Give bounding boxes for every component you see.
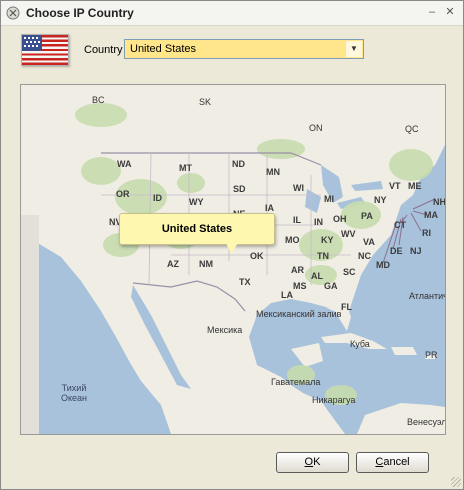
country-select-value: United States [130, 43, 197, 55]
map-label-qc: QC [405, 124, 419, 134]
map-state-mo[interactable]: MO [285, 235, 300, 245]
map-state-nj[interactable]: NJ [410, 246, 422, 256]
map-label-bc: BC [92, 95, 105, 105]
map-state-tx[interactable]: TX [239, 277, 251, 287]
map-state-id[interactable]: ID [153, 193, 162, 203]
map-state-wi[interactable]: WI [293, 183, 304, 193]
map-label-sk: SK [199, 97, 212, 107]
ok-button[interactable]: OK [276, 452, 349, 473]
close-icon[interactable]: ✕ [444, 6, 456, 18]
app-icon [6, 6, 20, 20]
ocean-label-line2: Океан [61, 393, 88, 403]
resize-grip[interactable] [451, 477, 461, 487]
map-state-ia[interactable]: IA [265, 203, 274, 213]
map-state-fl[interactable]: FL [341, 302, 352, 312]
map-label-cuba: Куба [350, 339, 370, 349]
choose-country-dialog: Choose IP Country – ✕ Country United Sta… [0, 0, 464, 490]
map-state-ny[interactable]: NY [374, 195, 387, 205]
map-state-nh[interactable]: NH [433, 197, 445, 207]
map-label-on: ON [309, 123, 323, 133]
map-state-me[interactable]: ME [408, 181, 422, 191]
map-label-venezuela: Венесуэла [407, 417, 445, 427]
map-state-tn[interactable]: TN [317, 251, 329, 261]
map-state-wa[interactable]: WA [117, 159, 132, 169]
map-state-vt[interactable]: VT [389, 181, 401, 191]
chevron-down-icon[interactable]: ▼ [346, 41, 362, 57]
map-state-mt[interactable]: MT [179, 163, 192, 173]
map-state-sc[interactable]: SC [343, 267, 356, 277]
map-state-az[interactable]: AZ [167, 259, 179, 269]
map-state-il[interactable]: IL [293, 215, 301, 225]
map-state-mn[interactable]: MN [266, 167, 280, 177]
map-callout-tail [226, 243, 238, 254]
map-state-la[interactable]: LA [281, 290, 293, 300]
us-flag-icon [21, 34, 69, 66]
map-state-ma[interactable]: MA [424, 210, 438, 220]
minimize-icon[interactable]: – [426, 6, 438, 18]
country-label: Country [84, 44, 123, 56]
map-state-or[interactable]: OR [116, 189, 130, 199]
map-state-ky[interactable]: KY [321, 235, 334, 245]
map-state-ms[interactable]: MS [293, 281, 307, 291]
map-state-mi[interactable]: MI [324, 194, 334, 204]
map-state-ar[interactable]: AR [291, 265, 304, 275]
map-state-nc[interactable]: NC [358, 251, 371, 261]
map-state-wv[interactable]: WV [341, 229, 356, 239]
cancel-button-label: ancel [383, 456, 410, 468]
ocean-label-line1: Тихий [61, 383, 87, 393]
map-label-guatemala: Гаватемала [271, 377, 321, 387]
map-label-mexico: Мексика [207, 325, 243, 335]
map-state-ga[interactable]: GA [324, 281, 338, 291]
title-bar[interactable]: Choose IP Country – ✕ [1, 1, 463, 26]
map-state-pa[interactable]: PA [361, 211, 373, 221]
map-state-in[interactable]: IN [314, 217, 323, 227]
map-label-pacific-ocean: Тихий Океан [61, 383, 87, 403]
country-map[interactable]: BC SK ON QC Мексика Мексиканский залив К… [20, 84, 446, 435]
map-state-nd[interactable]: ND [232, 159, 245, 169]
map-label-nicaragua: Никарагуа [312, 395, 356, 405]
map-state-ri[interactable]: RI [422, 228, 431, 238]
map-state-nm[interactable]: NM [199, 259, 213, 269]
map-state-wy[interactable]: WY [189, 197, 204, 207]
map-state-al[interactable]: AL [311, 271, 323, 281]
map-state-ok[interactable]: OK [250, 251, 264, 261]
map-state-md[interactable]: MD [376, 260, 390, 270]
map-state-va[interactable]: VA [363, 237, 375, 247]
map-state-de[interactable]: DE [390, 246, 403, 256]
map-state-oh[interactable]: OH [333, 214, 347, 224]
window-title: Choose IP Country [26, 6, 134, 20]
flag-canton [22, 35, 42, 51]
cancel-button[interactable]: Cancel [356, 452, 429, 473]
map-callout: United States [119, 213, 275, 245]
ok-button-label: K [313, 456, 321, 468]
map-state-ct[interactable]: CT [394, 220, 406, 230]
map-label-atlantic: Атлантический [409, 291, 445, 301]
map-label-pr: PR [425, 350, 438, 360]
map-state-sd[interactable]: SD [233, 184, 246, 194]
country-select[interactable]: United States ▼ [124, 39, 364, 59]
ok-button-mnemonic: O [304, 456, 314, 468]
map-label-gulf: Мексиканский залив [256, 309, 342, 319]
